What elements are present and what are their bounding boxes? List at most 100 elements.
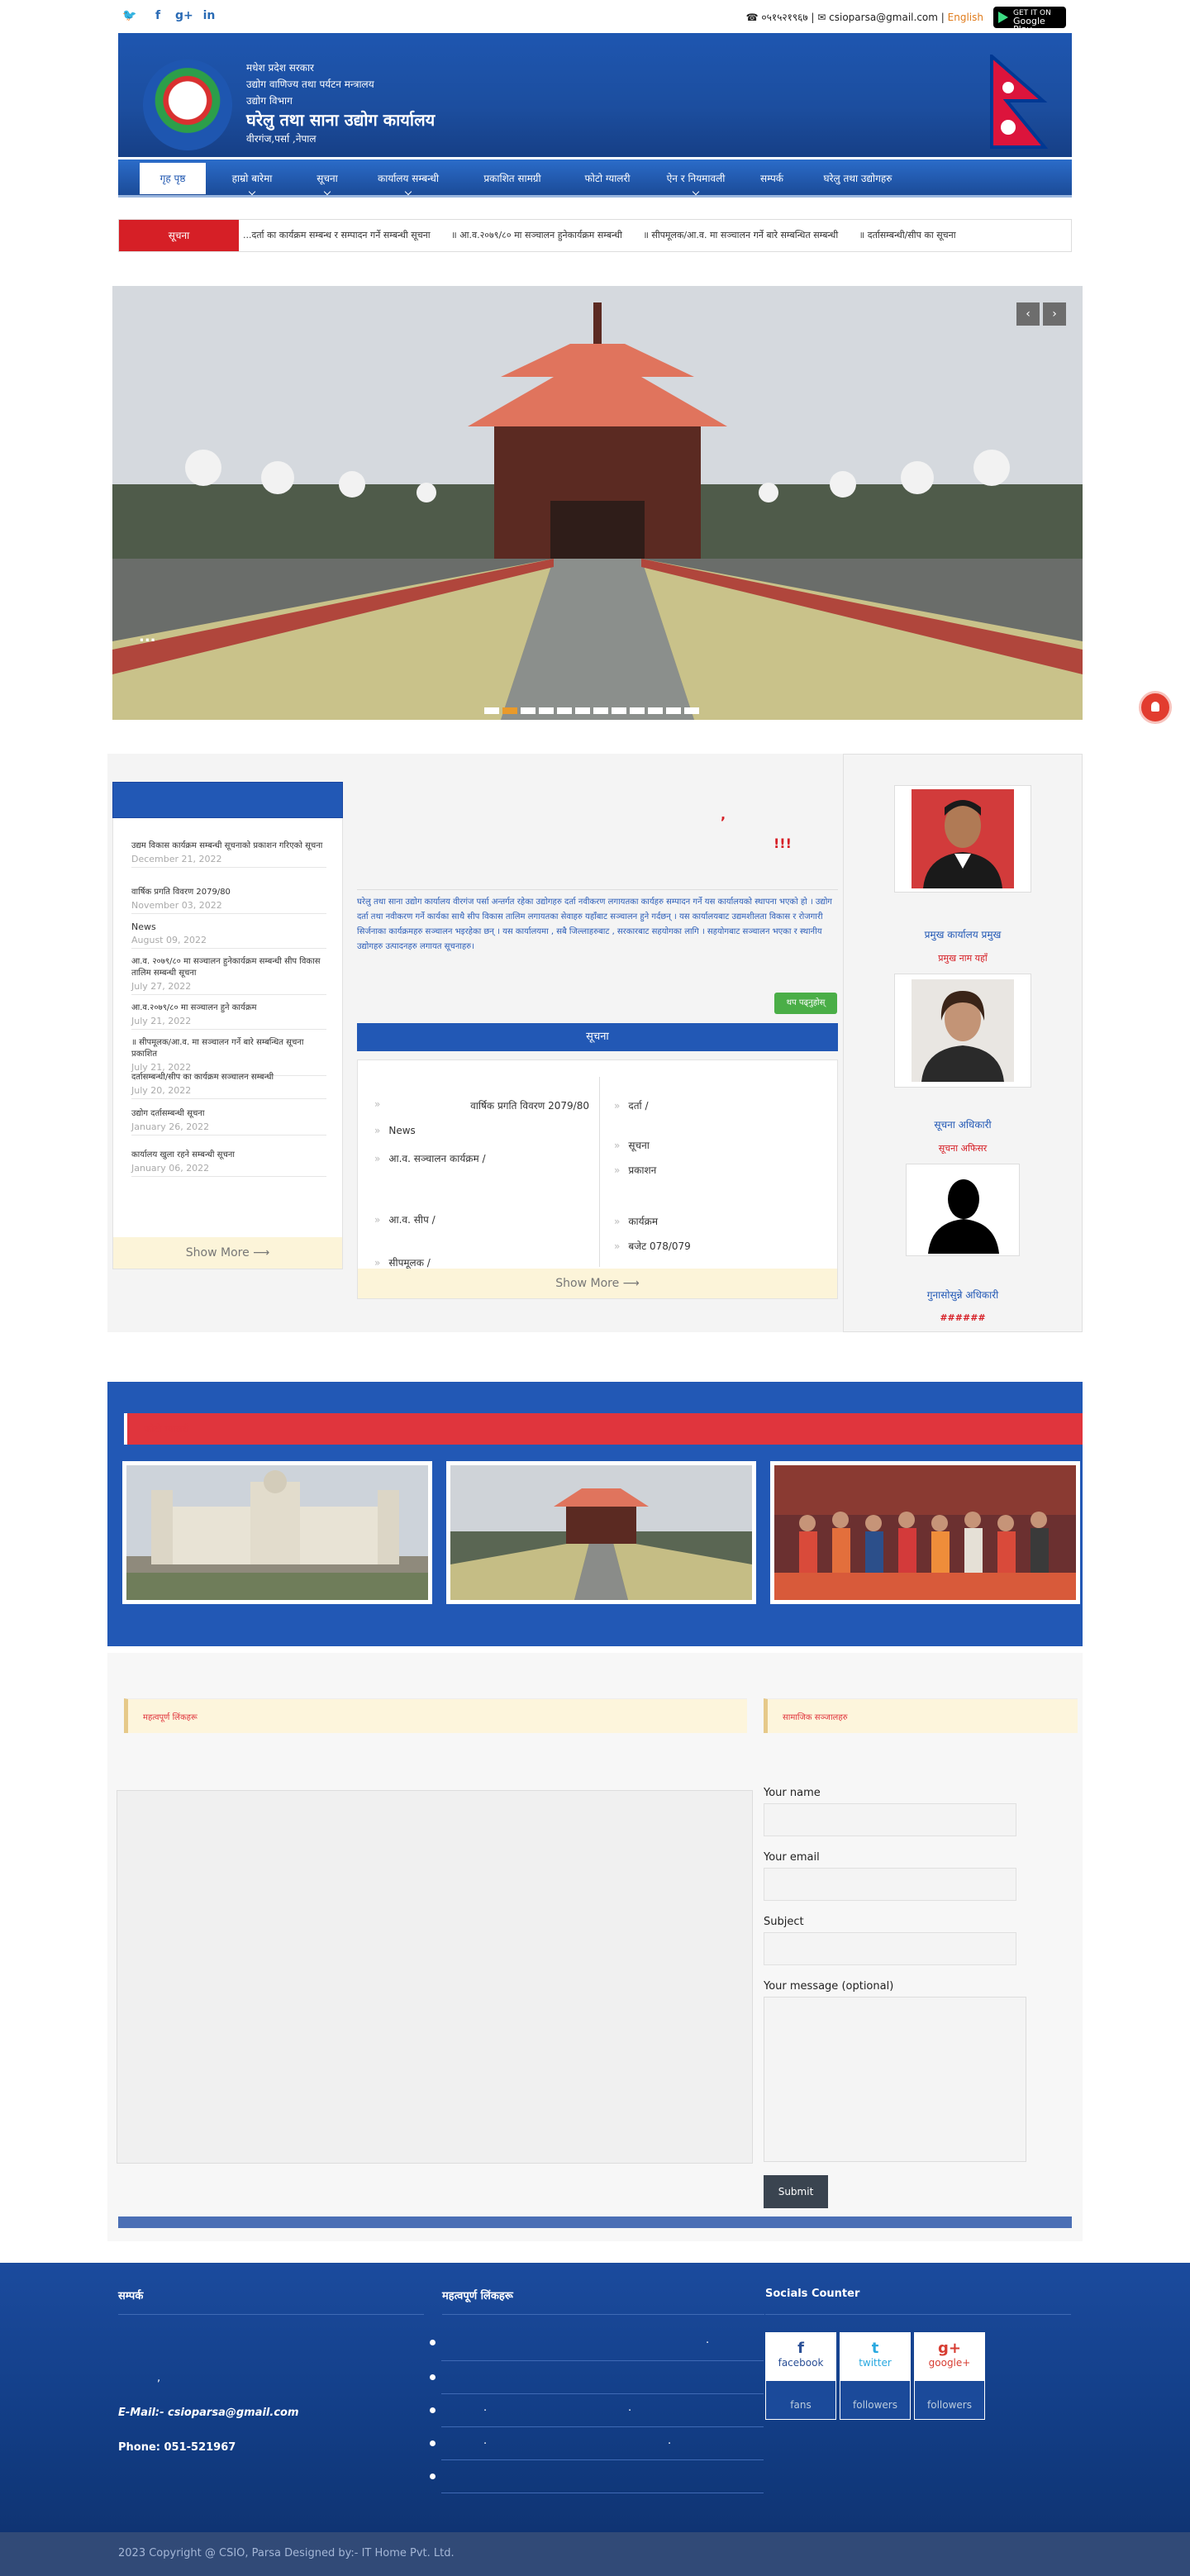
slider-dot[interactable] xyxy=(484,707,499,714)
footer-link[interactable]: . xyxy=(483,2402,487,2414)
social-networks-box: सामाजिक सञ्जालहरु xyxy=(764,1698,1078,1733)
list-item[interactable]: उद्यम विकास कार्यक्रम सम्बन्धी सूचनाको प… xyxy=(131,840,326,868)
list-item[interactable]: कार्यालय खुला रहने सम्बन्धी सूचना January… xyxy=(131,1150,326,1177)
footer-link[interactable]: . xyxy=(706,2334,709,2346)
slider-dot[interactable] xyxy=(648,707,663,714)
notice-row[interactable]: » कार्यक्रम xyxy=(614,1214,658,1228)
news-title[interactable]: उद्योग दर्तासम्बन्धी सूचना xyxy=(131,1108,326,1120)
ticker-item[interactable]: ॥ आ.व.२०७९/८० मा सञ्चालन हुनेकार्यक्रम स… xyxy=(451,230,622,240)
nav-about[interactable]: हाम्रो बारेमा xyxy=(211,160,293,198)
social-networks-title: सामाजिक सञ्जालहरु xyxy=(783,1713,848,1722)
slider-dot[interactable] xyxy=(630,707,645,714)
news-show-more-button[interactable]: Show More ⟶ xyxy=(113,1237,342,1269)
chevron-right-icon: » xyxy=(374,1098,381,1110)
footer-link[interactable]: . xyxy=(483,2435,487,2447)
googleplus-counter[interactable]: g+ google+ followers xyxy=(914,2332,985,2420)
notice-show-more-button[interactable]: Show More ⟶ xyxy=(358,1269,837,1298)
news-date: November 03, 2022 xyxy=(131,900,222,911)
message-field[interactable] xyxy=(764,1997,1026,2162)
gallery-photo-temple[interactable] xyxy=(122,1461,432,1604)
nav-gallery[interactable]: फोटो ग्यालरी xyxy=(569,160,645,198)
list-item[interactable]: दर्तासम्बन्धी/सीप का कार्यक्रम सञ्चालन स… xyxy=(131,1072,326,1099)
ticker-item[interactable]: ॥ दर्तासम्बन्धी/सीप का सूचना xyxy=(859,230,956,240)
ticker-item[interactable]: ॥ सीपमूलक/आ.व. मा सञ्चालन गर्ने बारे सम्… xyxy=(643,230,838,240)
news-panel-header xyxy=(112,782,343,818)
googleplus-label: google+ xyxy=(928,2357,971,2369)
name-field[interactable] xyxy=(764,1803,1016,1836)
footer-link[interactable]: . xyxy=(668,2435,671,2447)
slider-dot[interactable] xyxy=(666,707,681,714)
slider-dot[interactable] xyxy=(593,707,608,714)
news-title[interactable]: कार्यालय खुला रहने सम्बन्धी सूचना xyxy=(131,1150,326,1161)
slider-next-button[interactable]: › xyxy=(1043,302,1066,326)
footer-link[interactable]: . xyxy=(628,2402,631,2414)
google-plus-icon[interactable]: g+ xyxy=(175,8,193,23)
notice-row[interactable]: » प्रकाशन xyxy=(614,1163,656,1177)
nav-industries[interactable]: घरेलु तथा उद्योगहरु xyxy=(804,160,912,198)
notice-row[interactable]: » News xyxy=(374,1125,416,1136)
staff-photo-1 xyxy=(912,789,1014,888)
google-play-badge[interactable]: GET IT ON Google Play xyxy=(993,7,1066,34)
news-title[interactable]: वार्षिक प्रगति विवरण 2079/80 xyxy=(131,887,326,898)
chevron-down-icon xyxy=(692,188,700,196)
nav-home[interactable]: गृह पृष्ठ xyxy=(140,163,206,194)
contact-info: ☎ ०५१५२१९६७ | ✉ csioparsa@gmail.com | En… xyxy=(746,10,983,24)
notice-row[interactable]: » आ.व. सञ्चालन कार्यक्रम / xyxy=(374,1151,486,1165)
nav-office[interactable]: कार्यालय सम्बन्धी xyxy=(359,160,457,198)
bullet-icon xyxy=(430,2440,436,2446)
news-title[interactable]: दर्तासम्बन्धी/सीप का कार्यक्रम सञ्चालन स… xyxy=(131,1072,326,1083)
list-item[interactable]: आ.व.२०७९/८० मा सञ्चालन हुने कार्यक्रम Jul… xyxy=(131,1002,326,1030)
facebook-counter[interactable]: f facebook fans xyxy=(765,2332,836,2420)
nav-contact[interactable]: सम्पर्क xyxy=(746,160,797,198)
email-text[interactable]: ✉ csioparsa@gmail.com | xyxy=(817,12,945,23)
header-line3: उद्योग विभाग xyxy=(246,95,293,107)
notice-row[interactable]: » बजेट 078/079 xyxy=(614,1239,691,1253)
news-title[interactable]: आ.व.२०७९/८० मा सञ्चालन हुने कार्यक्रम xyxy=(131,1002,326,1014)
nav-publications[interactable]: प्रकाशित सामग्री xyxy=(464,160,561,198)
nav-acts[interactable]: ऐन र नियमावली xyxy=(652,160,740,198)
ticker-item[interactable]: ...दर्ता का कार्यक्रम सम्बन्ध र सम्पादन … xyxy=(243,230,431,240)
government-emblem-logo[interactable] xyxy=(143,60,232,150)
slider-dot[interactable] xyxy=(539,707,554,714)
footer-email[interactable]: E-Mail:- csioparsa@gmail.com xyxy=(118,2407,299,2419)
submit-button[interactable]: Submit xyxy=(764,2175,828,2208)
list-item[interactable]: News August 09, 2022 xyxy=(131,921,326,949)
news-title[interactable]: आ.व. २०७९/८० मा सञ्चालन हुनेकार्यक्रम सम… xyxy=(131,956,326,979)
notification-bell-icon[interactable] xyxy=(1139,691,1172,724)
email-field[interactable] xyxy=(764,1868,1016,1901)
news-title[interactable]: ॥ सीपमूलक/आ.व. मा सञ्चालन गर्ने बारे सम्… xyxy=(131,1037,326,1060)
slider-dot-active[interactable] xyxy=(502,707,517,714)
slider-dot[interactable] xyxy=(684,707,699,714)
news-title[interactable]: News xyxy=(131,921,326,933)
slider-prev-button[interactable]: ‹ xyxy=(1016,302,1040,326)
slider-dot[interactable] xyxy=(575,707,590,714)
twitter-icon[interactable]: 🐦 xyxy=(122,8,137,23)
notice-row[interactable]: » सीपमूलक / xyxy=(374,1255,431,1269)
slider-dot[interactable] xyxy=(557,707,572,714)
twitter-counter[interactable]: t twitter followers xyxy=(840,2332,911,2420)
chevron-right-icon: » xyxy=(374,1125,381,1136)
footer-address-comma: , xyxy=(157,2372,161,2384)
map-embed[interactable] xyxy=(117,1790,753,2164)
subject-field[interactable] xyxy=(764,1932,1016,1965)
news-title[interactable]: उद्यम विकास कार्यक्रम सम्बन्धी सूचनाको प… xyxy=(131,840,326,852)
slider-dot[interactable] xyxy=(521,707,536,714)
linkedin-icon[interactable]: in xyxy=(202,8,217,23)
gallery-photo-pagoda[interactable] xyxy=(446,1461,756,1604)
gallery-photo-group[interactable] xyxy=(770,1461,1080,1604)
notice-row[interactable]: » दर्ता / xyxy=(614,1098,649,1112)
notice-row[interactable]: » सूचना xyxy=(614,1138,650,1152)
slider-dot[interactable] xyxy=(612,707,626,714)
slide-caption: ... xyxy=(139,628,156,645)
notice-row[interactable]: » वार्षिक प्रगति विवरण 2079/80 xyxy=(374,1098,589,1112)
notice-tab-header[interactable]: सूचना xyxy=(357,1023,838,1051)
read-more-button[interactable]: थप पढ्नुहोस् xyxy=(774,993,837,1014)
list-item[interactable]: उद्योग दर्तासम्बन्धी सूचना January 26, 20… xyxy=(131,1108,326,1136)
facebook-icon[interactable]: f xyxy=(150,8,165,23)
language-switch[interactable]: English xyxy=(948,12,983,23)
notice-row[interactable]: » आ.व. सीप / xyxy=(374,1212,436,1226)
list-item[interactable]: वार्षिक प्रगति विवरण 2079/80 November 03,… xyxy=(131,887,326,914)
list-item[interactable]: आ.व. २०७९/८० मा सञ्चालन हुनेकार्यक्रम सम… xyxy=(131,956,326,995)
nav-notice[interactable]: सूचना xyxy=(302,160,353,198)
list-item[interactable]: ॥ सीपमूलक/आ.व. मा सञ्चालन गर्ने बारे सम्… xyxy=(131,1037,326,1076)
